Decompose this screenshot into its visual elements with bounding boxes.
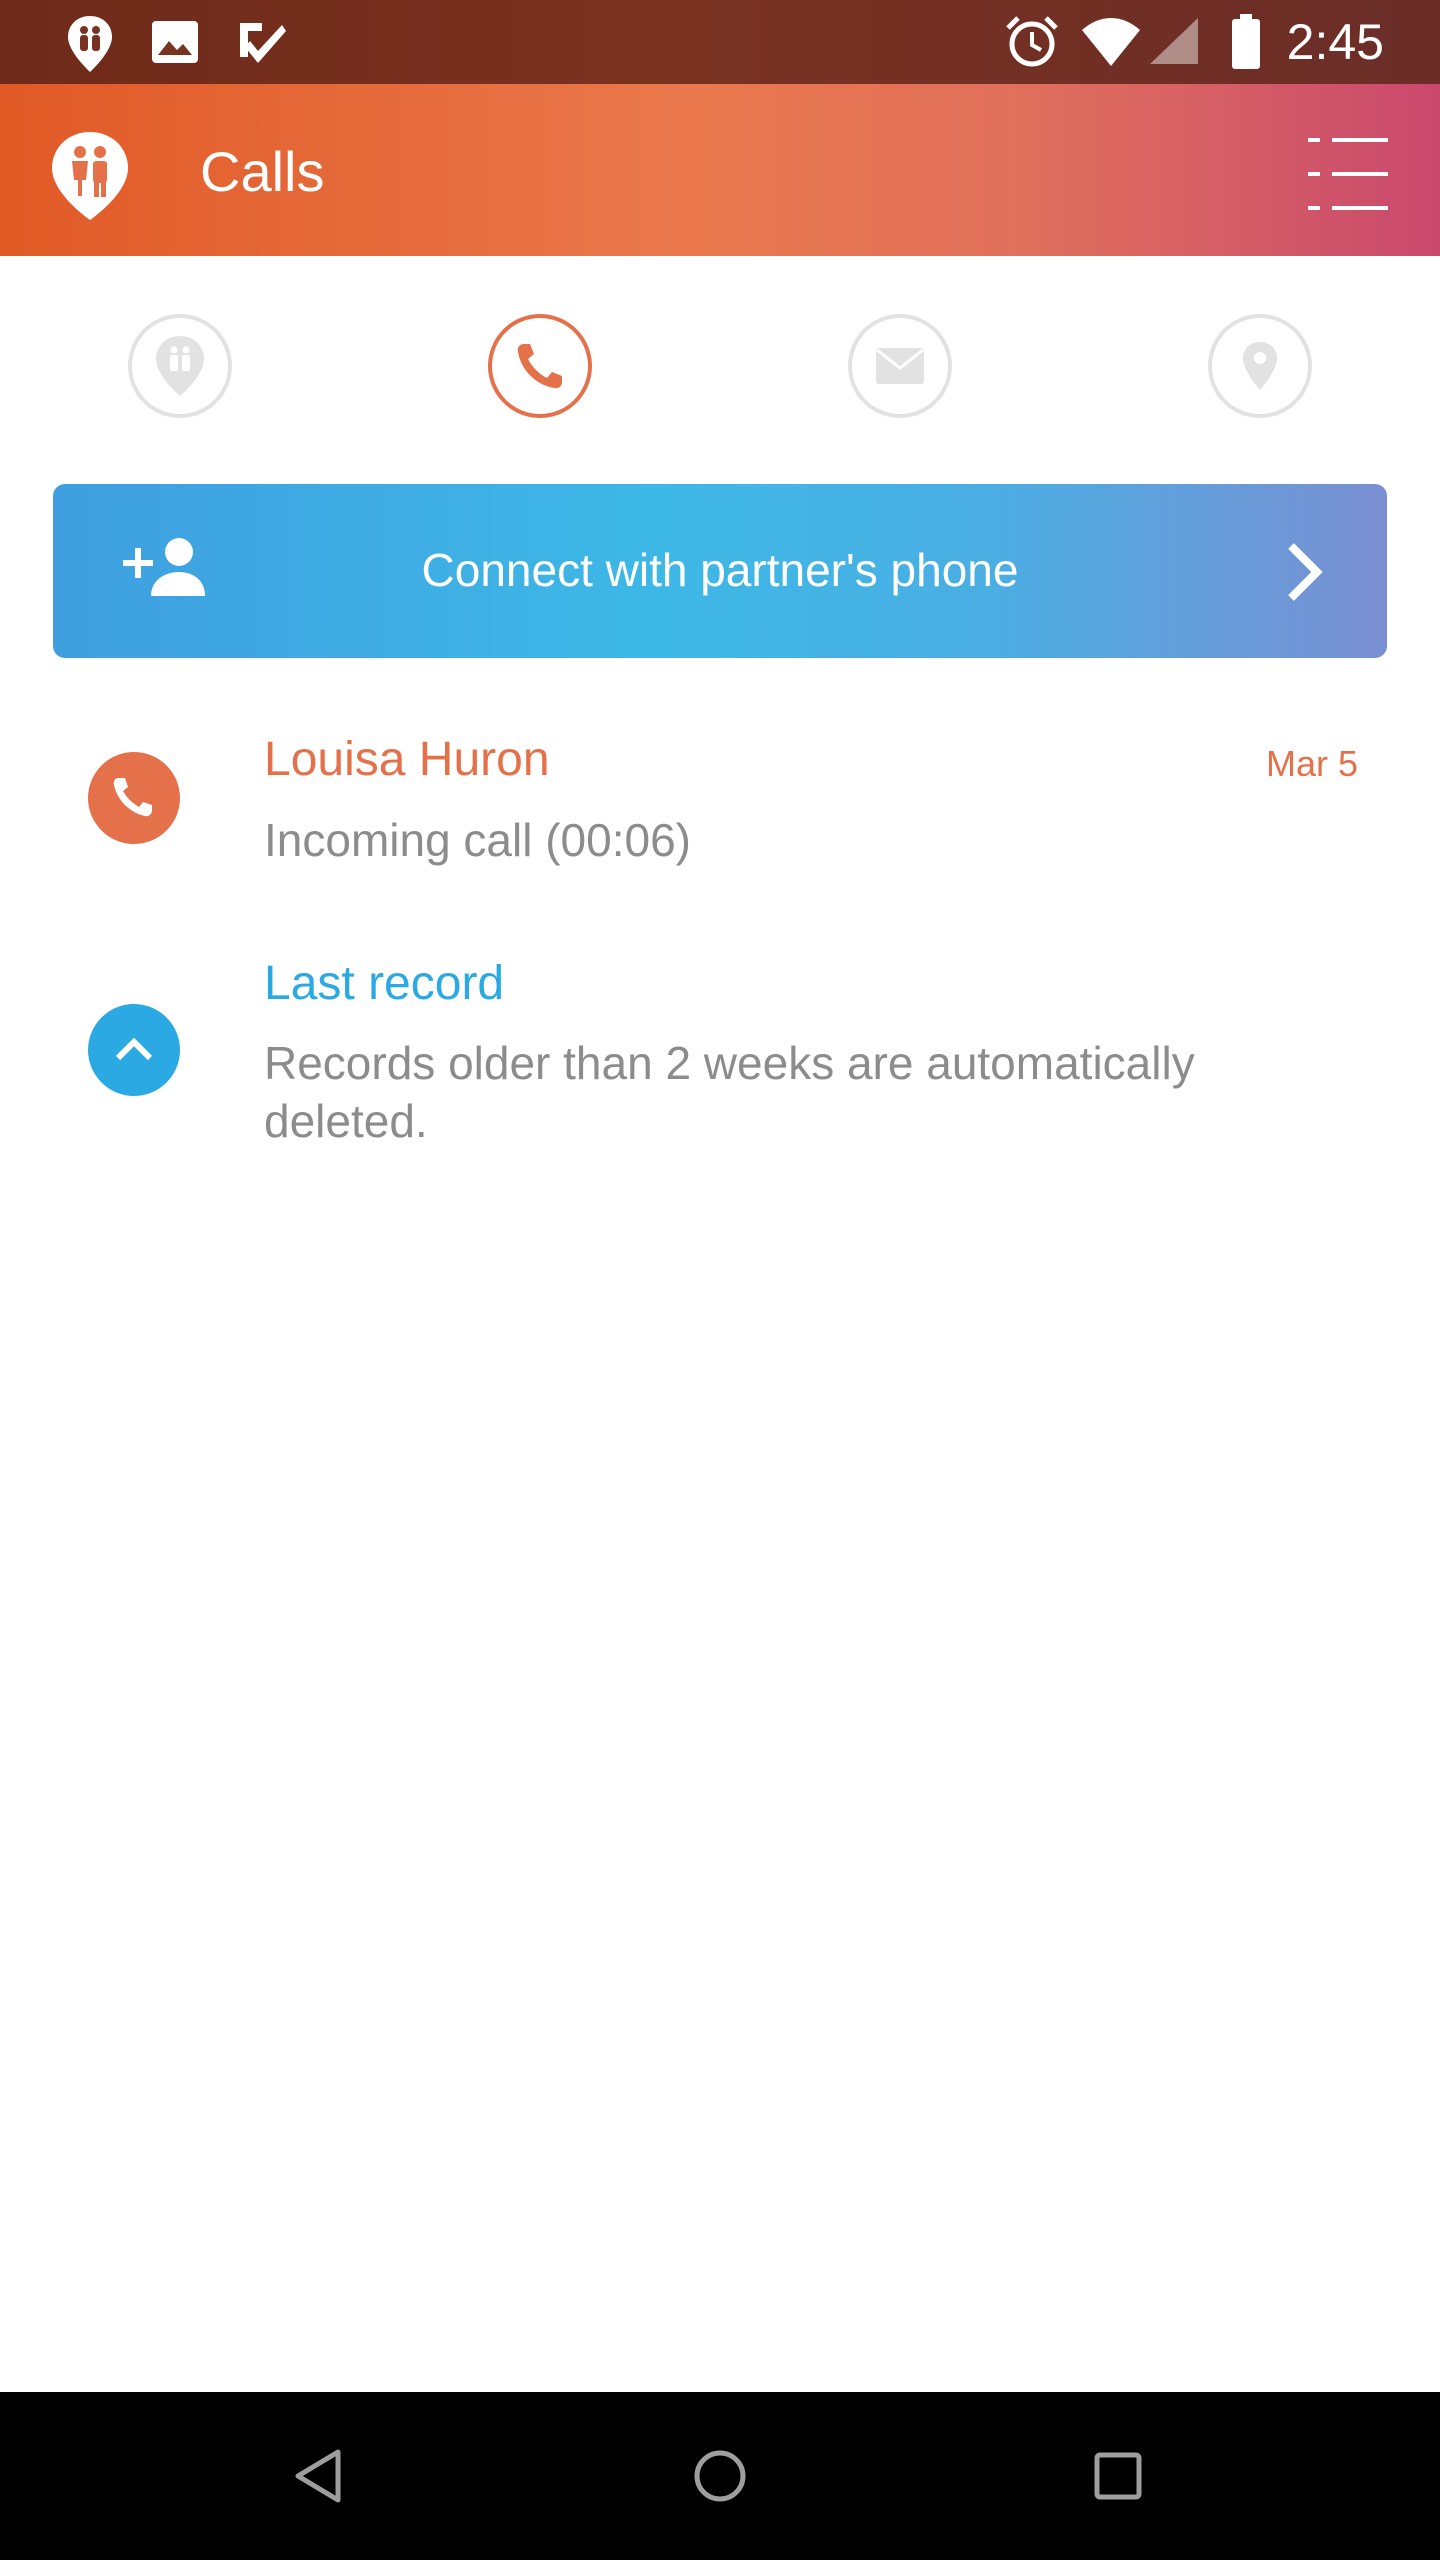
back-icon[interactable]	[290, 2446, 350, 2506]
chevron-right-icon	[1288, 543, 1323, 601]
envelope-icon	[876, 348, 924, 384]
navigation-bar	[0, 2392, 1440, 2560]
call-detail: Incoming call (00:06)	[264, 814, 691, 866]
couple-pin-icon[interactable]	[48, 128, 132, 224]
connect-label: Connect with partner's phone	[421, 544, 1019, 596]
battery-icon	[1232, 14, 1260, 69]
wifi-icon	[1082, 18, 1140, 66]
last-record-title: Last record	[264, 957, 505, 1010]
contact-name: Louisa Huron	[264, 733, 550, 786]
app-logo-icon	[68, 16, 112, 72]
connect-partner-banner[interactable]: Connect with partner's phone	[53, 484, 1387, 658]
tab-calls[interactable]	[488, 314, 592, 418]
tab-partner[interactable]	[128, 314, 232, 418]
recents-icon[interactable]	[1088, 2446, 1148, 2506]
status-bar: 2:45	[0, 0, 1440, 84]
location-pin-icon	[1243, 342, 1277, 390]
status-time: 2:45	[1286, 14, 1384, 70]
phone-icon	[88, 752, 180, 844]
image-icon	[152, 21, 198, 63]
tab-messages[interactable]	[848, 314, 952, 418]
home-icon[interactable]	[690, 2446, 750, 2506]
phone-icon	[517, 344, 562, 389]
list-menu-icon[interactable]	[1308, 134, 1388, 214]
tab-location[interactable]	[1208, 314, 1312, 418]
chevron-up-icon	[88, 1004, 180, 1096]
page-title: Calls	[200, 140, 325, 203]
signal-icon	[1150, 18, 1198, 64]
check-icon	[240, 23, 286, 63]
alarm-icon	[1006, 16, 1058, 67]
last-record-description: Records older than 2 weeks are automatic…	[264, 1037, 1195, 1147]
couple-pin-icon	[156, 336, 204, 396]
app-bar: Calls	[0, 84, 1440, 256]
call-date: Mar 5	[1265, 743, 1358, 784]
